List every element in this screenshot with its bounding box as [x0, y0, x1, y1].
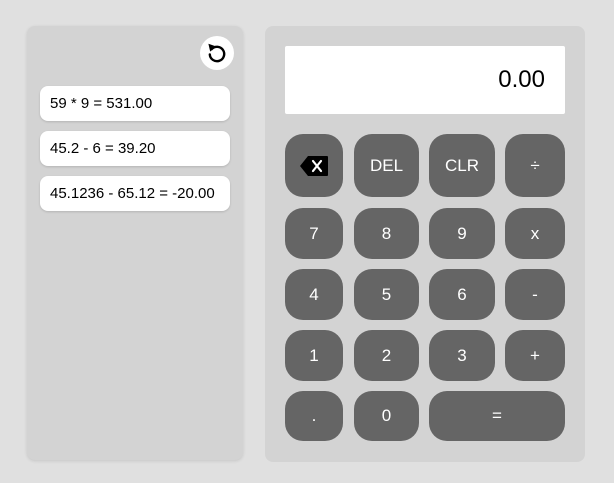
reset-history-button[interactable] — [200, 36, 234, 70]
decimal-point-button[interactable]: . — [285, 391, 343, 441]
history-panel: 59 * 9 = 531.00 45.2 - 6 = 39.20 45.1236… — [27, 26, 243, 460]
history-item[interactable]: 45.2 - 6 = 39.20 — [40, 131, 230, 166]
digit-9-button[interactable]: 9 — [429, 208, 495, 259]
history-list: 59 * 9 = 531.00 45.2 - 6 = 39.20 45.1236… — [40, 86, 230, 221]
reset-icon — [208, 43, 226, 63]
digit-0-button[interactable]: 0 — [354, 391, 419, 441]
calculator-panel: 0.00 DEL CLR ÷ 7 8 9 x 4 5 6 - 1 2 3 + .… — [265, 26, 585, 462]
divide-button[interactable]: ÷ — [505, 134, 565, 197]
clr-button[interactable]: CLR — [429, 134, 495, 197]
digit-3-button[interactable]: 3 — [429, 330, 495, 381]
digit-7-button[interactable]: 7 — [285, 208, 343, 259]
digit-2-button[interactable]: 2 — [354, 330, 419, 381]
backspace-button[interactable] — [285, 134, 343, 197]
equals-button[interactable]: = — [429, 391, 565, 441]
del-button[interactable]: DEL — [354, 134, 419, 197]
calculator-display: 0.00 — [285, 46, 565, 114]
backspace-icon — [300, 155, 328, 176]
history-item[interactable]: 45.1236 - 65.12 = -20.00 — [40, 176, 230, 211]
digit-6-button[interactable]: 6 — [429, 269, 495, 320]
digit-8-button[interactable]: 8 — [354, 208, 419, 259]
digit-4-button[interactable]: 4 — [285, 269, 343, 320]
multiply-button[interactable]: x — [505, 208, 565, 259]
history-item[interactable]: 59 * 9 = 531.00 — [40, 86, 230, 121]
minus-button[interactable]: - — [505, 269, 565, 320]
digit-5-button[interactable]: 5 — [354, 269, 419, 320]
digit-1-button[interactable]: 1 — [285, 330, 343, 381]
plus-button[interactable]: + — [505, 330, 565, 381]
